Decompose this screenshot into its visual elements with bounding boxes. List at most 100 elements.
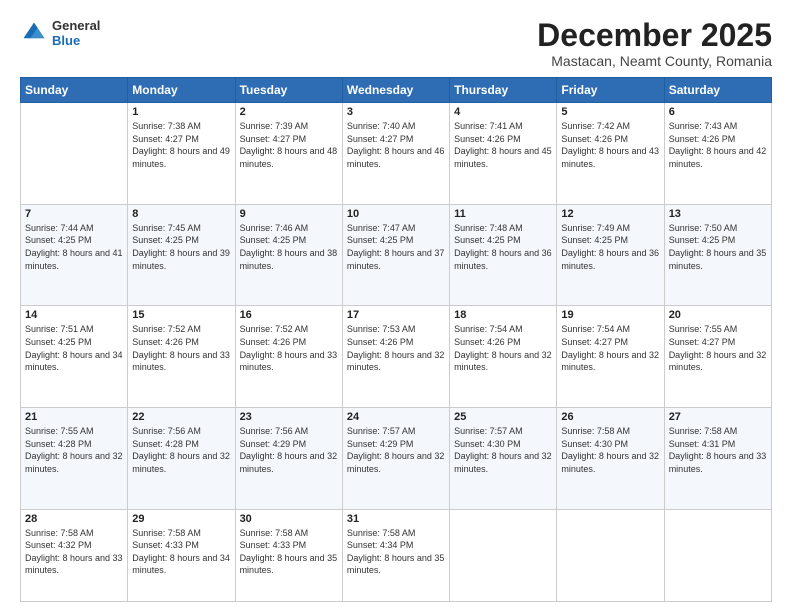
day-number: 6 xyxy=(669,106,767,118)
calendar-cell: 26 Sunrise: 7:58 AMSunset: 4:30 PMDayligh… xyxy=(557,408,664,510)
logo-general-text: General xyxy=(52,18,100,33)
calendar-table: SundayMondayTuesdayWednesdayThursdayFrid… xyxy=(20,77,772,602)
day-number: 12 xyxy=(561,208,659,220)
calendar-cell: 18 Sunrise: 7:54 AMSunset: 4:26 PMDayligh… xyxy=(450,306,557,408)
day-number: 20 xyxy=(669,309,767,321)
day-number: 23 xyxy=(240,411,338,423)
weekday-row: SundayMondayTuesdayWednesdayThursdayFrid… xyxy=(21,78,772,103)
calendar-cell: 4 Sunrise: 7:41 AMSunset: 4:26 PMDaylight… xyxy=(450,103,557,205)
day-number: 17 xyxy=(347,309,445,321)
title-block: December 2025 Mastacan, Neamt County, Ro… xyxy=(537,18,772,69)
day-number: 27 xyxy=(669,411,767,423)
cell-info: Sunrise: 7:55 AMSunset: 4:27 PMDaylight:… xyxy=(669,323,767,373)
cell-info: Sunrise: 7:40 AMSunset: 4:27 PMDaylight:… xyxy=(347,120,445,170)
calendar-week-1: 1Sunrise: 7:38 AMSunset: 4:27 PMDaylight… xyxy=(21,103,772,205)
cell-info: Sunrise: 7:45 AMSunset: 4:25 PMDaylight:… xyxy=(132,222,230,272)
day-number: 16 xyxy=(240,309,338,321)
cell-info: Sunrise: 7:52 AMSunset: 4:26 PMDaylight:… xyxy=(240,323,338,373)
day-number: 28 xyxy=(25,513,123,525)
day-number: 30 xyxy=(240,513,338,525)
calendar-week-5: 28 Sunrise: 7:58 AMSunset: 4:32 PMDayligh… xyxy=(21,509,772,601)
day-number: 24 xyxy=(347,411,445,423)
cell-info: Sunrise: 7:58 AMSunset: 4:33 PMDaylight:… xyxy=(132,527,230,577)
calendar-cell: 31Sunrise: 7:58 AMSunset: 4:34 PMDayligh… xyxy=(342,509,449,601)
day-number: 10 xyxy=(347,208,445,220)
calendar-cell: 13 Sunrise: 7:50 AMSunset: 4:25 PMDayligh… xyxy=(664,204,771,306)
calendar-cell xyxy=(450,509,557,601)
calendar-body: 1Sunrise: 7:38 AMSunset: 4:27 PMDaylight… xyxy=(21,103,772,602)
cell-info: Sunrise: 7:58 AMSunset: 4:33 PMDaylight:… xyxy=(240,527,338,577)
calendar-week-3: 14Sunrise: 7:51 AMSunset: 4:25 PMDayligh… xyxy=(21,306,772,408)
day-number: 1 xyxy=(132,106,230,118)
day-number: 25 xyxy=(454,411,552,423)
cell-info: Sunrise: 7:58 AMSunset: 4:30 PMDaylight:… xyxy=(561,425,659,475)
calendar-cell xyxy=(21,103,128,205)
calendar-cell: 15Sunrise: 7:52 AMSunset: 4:26 PMDayligh… xyxy=(128,306,235,408)
calendar-cell: 23 Sunrise: 7:56 AMSunset: 4:29 PMDayligh… xyxy=(235,408,342,510)
cell-info: Sunrise: 7:44 AMSunset: 4:25 PMDaylight:… xyxy=(25,222,123,272)
cell-info: Sunrise: 7:43 AMSunset: 4:26 PMDaylight:… xyxy=(669,120,767,170)
cell-info: Sunrise: 7:48 AMSunset: 4:25 PMDaylight:… xyxy=(454,222,552,272)
day-number: 19 xyxy=(561,309,659,321)
calendar-week-2: 7 Sunrise: 7:44 AMSunset: 4:25 PMDaylight… xyxy=(21,204,772,306)
day-number: 11 xyxy=(454,208,552,220)
cell-info: Sunrise: 7:56 AMSunset: 4:28 PMDaylight:… xyxy=(132,425,230,475)
cell-info: Sunrise: 7:58 AMSunset: 4:34 PMDaylight:… xyxy=(347,527,445,577)
weekday-header-monday: Monday xyxy=(128,78,235,103)
calendar-cell: 3Sunrise: 7:40 AMSunset: 4:27 PMDaylight… xyxy=(342,103,449,205)
day-number: 22 xyxy=(132,411,230,423)
logo-text: General Blue xyxy=(52,18,100,48)
day-number: 29 xyxy=(132,513,230,525)
day-number: 8 xyxy=(132,208,230,220)
calendar-cell: 10 Sunrise: 7:47 AMSunset: 4:25 PMDayligh… xyxy=(342,204,449,306)
cell-info: Sunrise: 7:54 AMSunset: 4:26 PMDaylight:… xyxy=(454,323,552,373)
day-number: 26 xyxy=(561,411,659,423)
cell-info: Sunrise: 7:46 AMSunset: 4:25 PMDaylight:… xyxy=(240,222,338,272)
day-number: 4 xyxy=(454,106,552,118)
calendar-cell xyxy=(557,509,664,601)
day-number: 18 xyxy=(454,309,552,321)
day-number: 13 xyxy=(669,208,767,220)
day-number: 2 xyxy=(240,106,338,118)
weekday-header-thursday: Thursday xyxy=(450,78,557,103)
calendar-cell: 12Sunrise: 7:49 AMSunset: 4:25 PMDayligh… xyxy=(557,204,664,306)
cell-info: Sunrise: 7:47 AMSunset: 4:25 PMDaylight:… xyxy=(347,222,445,272)
cell-info: Sunrise: 7:57 AMSunset: 4:30 PMDaylight:… xyxy=(454,425,552,475)
day-number: 5 xyxy=(561,106,659,118)
cell-info: Sunrise: 7:54 AMSunset: 4:27 PMDaylight:… xyxy=(561,323,659,373)
calendar-cell: 5 Sunrise: 7:42 AMSunset: 4:26 PMDaylight… xyxy=(557,103,664,205)
cell-info: Sunrise: 7:58 AMSunset: 4:31 PMDaylight:… xyxy=(669,425,767,475)
month-title: December 2025 xyxy=(537,18,772,53)
calendar-cell: 8 Sunrise: 7:45 AMSunset: 4:25 PMDaylight… xyxy=(128,204,235,306)
day-number: 15 xyxy=(132,309,230,321)
calendar-cell: 2Sunrise: 7:39 AMSunset: 4:27 PMDaylight… xyxy=(235,103,342,205)
day-number: 21 xyxy=(25,411,123,423)
cell-info: Sunrise: 7:41 AMSunset: 4:26 PMDaylight:… xyxy=(454,120,552,170)
calendar-cell: 19 Sunrise: 7:54 AMSunset: 4:27 PMDayligh… xyxy=(557,306,664,408)
logo-icon xyxy=(20,19,48,47)
calendar-cell: 24Sunrise: 7:57 AMSunset: 4:29 PMDayligh… xyxy=(342,408,449,510)
calendar-cell: 1Sunrise: 7:38 AMSunset: 4:27 PMDaylight… xyxy=(128,103,235,205)
calendar-cell: 28 Sunrise: 7:58 AMSunset: 4:32 PMDayligh… xyxy=(21,509,128,601)
logo: General Blue xyxy=(20,18,100,48)
cell-info: Sunrise: 7:42 AMSunset: 4:26 PMDaylight:… xyxy=(561,120,659,170)
cell-info: Sunrise: 7:58 AMSunset: 4:32 PMDaylight:… xyxy=(25,527,123,577)
cell-info: Sunrise: 7:50 AMSunset: 4:25 PMDaylight:… xyxy=(669,222,767,272)
calendar-header: SundayMondayTuesdayWednesdayThursdayFrid… xyxy=(21,78,772,103)
calendar-cell: 30 Sunrise: 7:58 AMSunset: 4:33 PMDayligh… xyxy=(235,509,342,601)
calendar-week-4: 21Sunrise: 7:55 AMSunset: 4:28 PMDayligh… xyxy=(21,408,772,510)
calendar-page: General Blue December 2025 Mastacan, Nea… xyxy=(0,0,792,612)
weekday-header-friday: Friday xyxy=(557,78,664,103)
weekday-header-saturday: Saturday xyxy=(664,78,771,103)
calendar-cell: 27 Sunrise: 7:58 AMSunset: 4:31 PMDayligh… xyxy=(664,408,771,510)
calendar-cell: 25 Sunrise: 7:57 AMSunset: 4:30 PMDayligh… xyxy=(450,408,557,510)
calendar-cell: 6 Sunrise: 7:43 AMSunset: 4:26 PMDaylight… xyxy=(664,103,771,205)
logo-blue-text: Blue xyxy=(52,33,100,48)
day-number: 7 xyxy=(25,208,123,220)
location-text: Mastacan, Neamt County, Romania xyxy=(537,53,772,69)
weekday-header-tuesday: Tuesday xyxy=(235,78,342,103)
calendar-cell: 7 Sunrise: 7:44 AMSunset: 4:25 PMDaylight… xyxy=(21,204,128,306)
header: General Blue December 2025 Mastacan, Nea… xyxy=(20,18,772,69)
calendar-cell: 16 Sunrise: 7:52 AMSunset: 4:26 PMDayligh… xyxy=(235,306,342,408)
cell-info: Sunrise: 7:56 AMSunset: 4:29 PMDaylight:… xyxy=(240,425,338,475)
